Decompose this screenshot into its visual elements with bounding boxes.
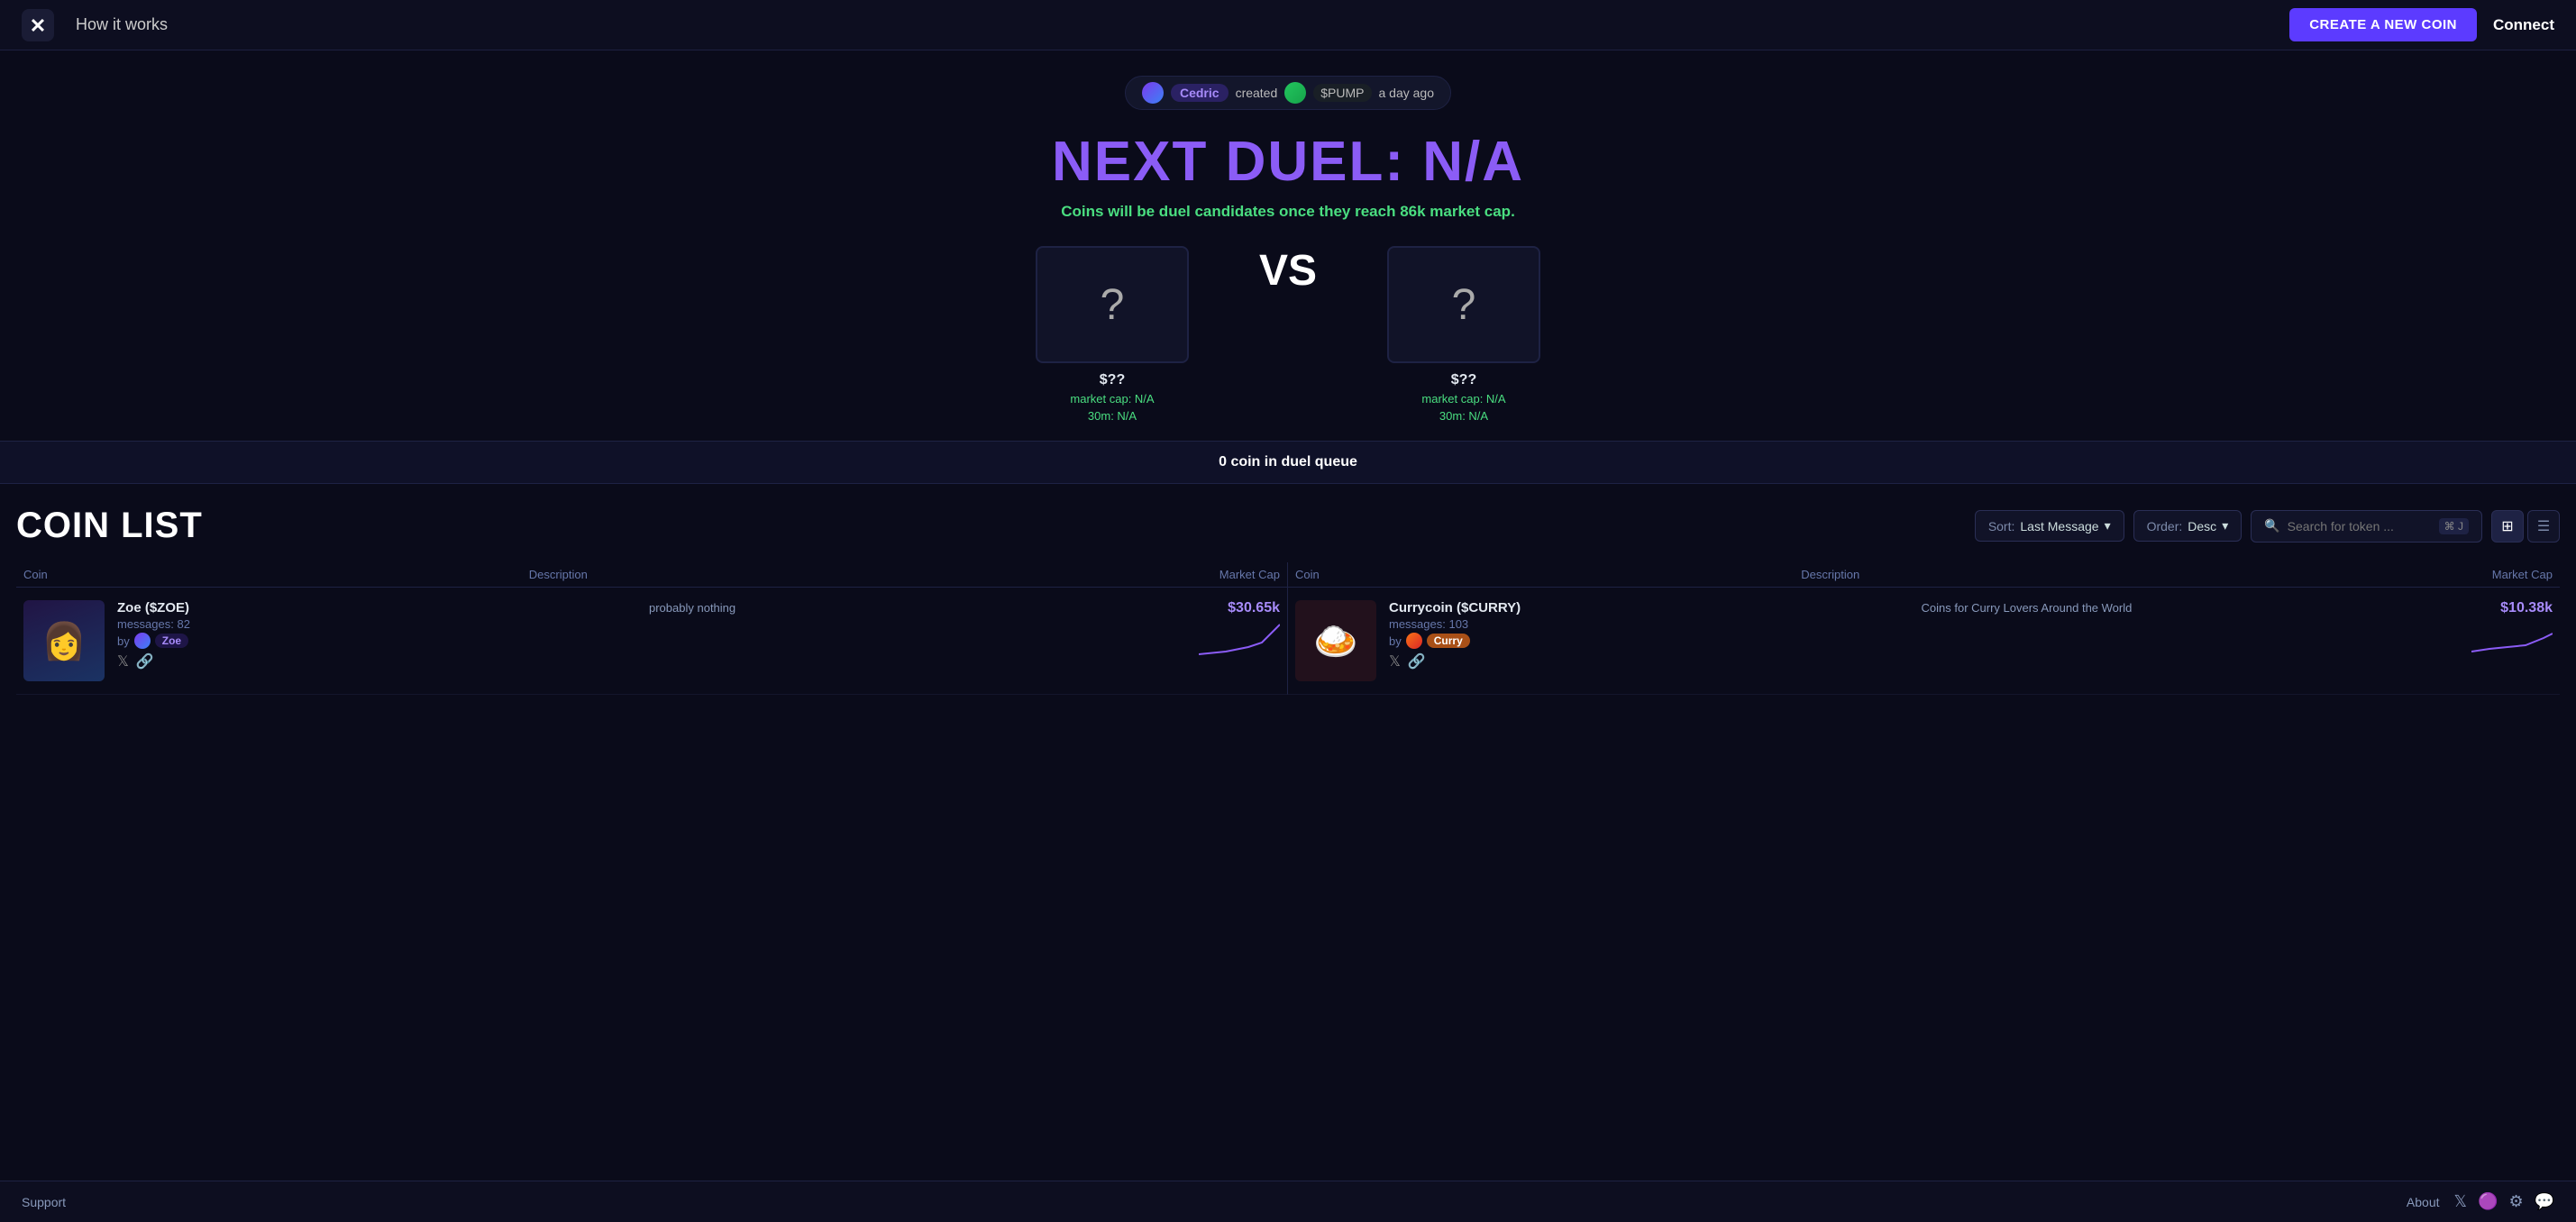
footer-about-link[interactable]: About xyxy=(2407,1195,2440,1209)
ticker-avatar xyxy=(1142,82,1164,104)
coin-desc-curry: Coins for Curry Lovers Around the World xyxy=(1922,600,2442,616)
how-it-works-link[interactable]: How it works xyxy=(76,15,168,34)
hero-title-prefix: NEXT DUEL: xyxy=(1052,131,1405,193)
col-header-coin-right: Coin xyxy=(1288,568,1794,581)
footer: Support About 𝕏 🟣 ⚙ 💬 xyxy=(0,1181,2576,1222)
ticker-time: a day ago xyxy=(1379,86,1435,100)
coin-mcap-area-curry: $10.38k xyxy=(2453,600,2553,656)
coin-twitter-icon-curry[interactable]: 𝕏 xyxy=(1389,652,1401,670)
footer-settings-icon[interactable]: ⚙ xyxy=(2508,1192,2523,1211)
order-dropdown[interactable]: Order: Desc ▾ xyxy=(2133,510,2243,542)
coin-mcap-area-zoe: $30.65k xyxy=(1181,600,1280,656)
queue-count: 0 coin in duel queue xyxy=(1219,454,1357,470)
ticker-bar: Cedric created $PUMP a day ago xyxy=(1125,76,1451,110)
connect-button[interactable]: Connect xyxy=(2493,16,2554,34)
hero-title: NEXT DUEL: N/A xyxy=(18,130,2558,194)
sort-label: Sort: xyxy=(1988,519,2015,533)
coin-name-zoe: Zoe ($ZOE) xyxy=(117,600,636,616)
create-coin-button[interactable]: CREATE A NEW COIN xyxy=(2289,8,2477,41)
ticker-token-avatar xyxy=(1284,82,1306,104)
list-view-button[interactable]: ☰ xyxy=(2527,510,2560,543)
duel-right-change: 30m: N/A xyxy=(1439,409,1488,423)
coin-by-label-zoe: by xyxy=(117,634,130,648)
coin-desc-zoe: probably nothing xyxy=(649,600,1168,616)
view-toggle: ⊞ ☰ xyxy=(2491,510,2560,543)
hero-subtitle-highlight: 86k market cap. xyxy=(1400,203,1515,220)
duel-left-symbol: ? xyxy=(1101,280,1125,330)
logo-icon[interactable]: ✕ xyxy=(22,9,54,41)
duel-left: ? $?? market cap: N/A 30m: N/A xyxy=(1036,246,1189,423)
coin-twitter-icon-zoe[interactable]: 𝕏 xyxy=(117,652,129,670)
coin-info-zoe: Zoe ($ZOE) messages: 82 by Zoe 𝕏 🔗 xyxy=(117,600,636,674)
sort-chevron-icon: ▾ xyxy=(2105,518,2111,533)
duel-right: ? $?? market cap: N/A 30m: N/A xyxy=(1387,246,1540,423)
footer-support-link[interactable]: Support xyxy=(22,1195,66,1209)
hero-title-value: N/A xyxy=(1422,131,1524,193)
sort-dropdown[interactable]: Sort: Last Message ▾ xyxy=(1975,510,2124,542)
coin-row-zoe[interactable]: 👩 Zoe ($ZOE) messages: 82 by Zoe 𝕏 🔗 pro… xyxy=(16,588,1288,695)
sort-value: Last Message xyxy=(2020,519,2098,533)
coin-image-curry: 🍛 xyxy=(1295,600,1376,681)
coin-list-section: COIN LIST Sort: Last Message ▾ Order: De… xyxy=(0,484,2576,695)
duel-left-change: 30m: N/A xyxy=(1088,409,1137,423)
navbar: ✕ How it works CREATE A NEW COIN Connect xyxy=(0,0,2576,50)
sort-bar: Sort: Last Message ▾ Order: Desc ▾ 🔍 ⌘ J… xyxy=(1975,510,2560,543)
footer-discord-icon[interactable]: 🟣 xyxy=(2478,1192,2498,1211)
coin-name-curry: Currycoin ($CURRY) xyxy=(1389,600,1909,616)
hero-section: Cedric created $PUMP a day ago NEXT DUEL… xyxy=(0,50,2576,441)
col-header-mcap-right: Market Cap xyxy=(2299,568,2560,581)
footer-twitter-icon[interactable]: 𝕏 xyxy=(2454,1192,2468,1211)
search-shortcut-badge: ⌘ J xyxy=(2439,518,2469,534)
duel-left-card: ? xyxy=(1036,246,1189,363)
coin-by-zoe: by Zoe xyxy=(117,633,636,649)
ticker-action: created xyxy=(1236,86,1278,100)
ticker-user: Cedric xyxy=(1171,84,1229,102)
col-header-coin-left: Coin xyxy=(16,568,522,581)
hero-subtitle-prefix: Coins will be duel candidates once they … xyxy=(1061,203,1395,220)
duel-left-market-cap: market cap: N/A xyxy=(1070,392,1154,406)
search-icon: 🔍 xyxy=(2264,518,2279,533)
coin-rows: 👩 Zoe ($ZOE) messages: 82 by Zoe 𝕏 🔗 pro… xyxy=(16,588,2560,695)
coin-link-icon-zoe[interactable]: 🔗 xyxy=(136,652,154,670)
coin-by-curry: by Curry xyxy=(1389,633,1909,649)
footer-chat-icon[interactable]: 💬 xyxy=(2535,1192,2554,1211)
footer-icons: 𝕏 🟣 ⚙ 💬 xyxy=(2454,1192,2555,1211)
coin-creator-zoe[interactable]: Zoe xyxy=(155,634,188,648)
table-headers: Coin Description Market Cap Coin Descrip… xyxy=(16,562,2560,588)
col-header-mcap-left: Market Cap xyxy=(1028,568,1287,581)
hero-subtitle: Coins will be duel candidates once they … xyxy=(18,203,2558,221)
coin-chart-curry xyxy=(2471,620,2553,656)
order-chevron-icon: ▾ xyxy=(2222,518,2228,533)
coin-list-title: COIN LIST xyxy=(16,506,1960,546)
grid-view-button[interactable]: ⊞ xyxy=(2491,510,2524,543)
col-header-desc-right: Description xyxy=(1794,568,2299,581)
search-box[interactable]: 🔍 ⌘ J xyxy=(2251,510,2482,543)
queue-banner: 0 coin in duel queue xyxy=(0,441,2576,484)
coin-market-cap-curry: $10.38k xyxy=(2471,600,2553,616)
duel-left-price: $?? xyxy=(1100,372,1125,388)
order-value: Desc xyxy=(2188,519,2216,533)
coin-messages-curry: messages: 103 xyxy=(1389,617,1909,631)
duel-area: ? $?? market cap: N/A 30m: N/A VS ? $?? … xyxy=(973,246,1603,441)
duel-right-symbol: ? xyxy=(1452,280,1476,330)
coin-creator-curry[interactable]: Curry xyxy=(1427,634,1470,648)
coin-row-curry[interactable]: 🍛 Currycoin ($CURRY) messages: 103 by Cu… xyxy=(1288,588,2560,695)
search-input[interactable] xyxy=(2288,519,2432,533)
coin-market-cap-zoe: $30.65k xyxy=(1199,600,1280,616)
svg-text:✕: ✕ xyxy=(30,14,46,37)
coin-list-header: COIN LIST Sort: Last Message ▾ Order: De… xyxy=(16,506,2560,546)
col-header-desc-left: Description xyxy=(522,568,1028,581)
duel-right-card: ? xyxy=(1387,246,1540,363)
duel-right-market-cap: market cap: N/A xyxy=(1421,392,1505,406)
coin-by-label-curry: by xyxy=(1389,634,1402,648)
ticker-token: $PUMP xyxy=(1313,84,1371,102)
coin-link-icon-curry[interactable]: 🔗 xyxy=(1408,652,1426,670)
coin-chart-zoe xyxy=(1199,620,1280,656)
duel-right-price: $?? xyxy=(1451,372,1476,388)
duel-vs-label: VS xyxy=(1189,246,1387,332)
coin-image-zoe: 👩 xyxy=(23,600,105,681)
coin-messages-zoe: messages: 82 xyxy=(117,617,636,631)
coin-info-curry: Currycoin ($CURRY) messages: 103 by Curr… xyxy=(1389,600,1909,674)
order-label: Order: xyxy=(2147,519,2183,533)
